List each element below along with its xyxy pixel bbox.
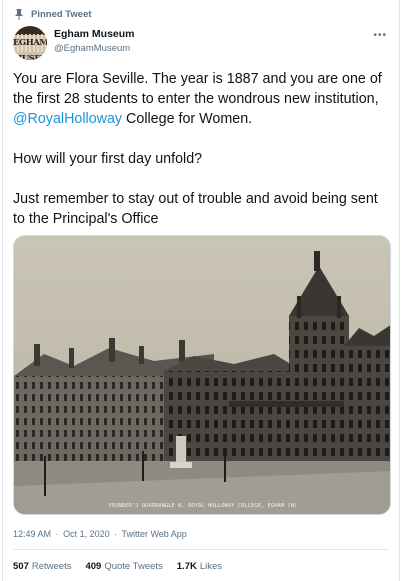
tweet-time[interactable]: 12:49 AM bbox=[13, 529, 51, 539]
tweet-card: Pinned Tweet EGHAM MUSEUM Egham Museum @… bbox=[2, 0, 400, 581]
pinned-label: Pinned Tweet bbox=[31, 8, 92, 20]
tweet-photo[interactable]: FOUNDER'S QUADRANGLE N. ROYAL HOLLOWAY C… bbox=[13, 235, 391, 515]
tweet-client[interactable]: Twitter Web App bbox=[121, 529, 186, 539]
tweet-date[interactable]: Oct 1, 2020 bbox=[63, 529, 110, 539]
author-name[interactable]: Egham Museum bbox=[54, 28, 135, 40]
retweets-count: 507 bbox=[13, 561, 29, 572]
quotes-label: Quote Tweets bbox=[104, 561, 163, 572]
pinned-indicator: Pinned Tweet bbox=[13, 8, 92, 20]
quotes-count: 409 bbox=[85, 561, 102, 572]
tweet-paragraph-1: You are Flora Seville. The year is 1887 … bbox=[13, 69, 391, 129]
retweets-label: Retweets bbox=[31, 561, 72, 572]
more-options-icon[interactable]: ••• bbox=[373, 30, 387, 41]
tweet-paragraph-3: Just remember to stay out of trouble and… bbox=[13, 191, 378, 227]
meta-separator: · bbox=[114, 529, 118, 539]
likes-stat[interactable]: 1.7K Likes bbox=[177, 561, 222, 572]
tweet-text-part: You are Flora Seville. The year is 1887 … bbox=[13, 71, 382, 107]
tweet-meta: 12:49 AM · Oct 1, 2020 · Twitter Web App bbox=[13, 529, 189, 539]
divider bbox=[13, 549, 389, 550]
avatar[interactable]: EGHAM MUSEUM bbox=[13, 26, 47, 60]
author-handle[interactable]: @EghamMuseum bbox=[54, 43, 130, 54]
pin-icon bbox=[13, 8, 25, 20]
likes-label: Likes bbox=[199, 561, 223, 572]
retweets-stat[interactable]: 507 Retweets bbox=[13, 561, 71, 572]
tweet-text: You are Flora Seville. The year is 1887 … bbox=[13, 69, 391, 229]
avatar-logo: EGHAM MUSEUM bbox=[13, 35, 47, 60]
meta-separator: · bbox=[55, 529, 59, 539]
likes-count: 1.7K bbox=[176, 561, 197, 572]
quote-tweets-stat[interactable]: 409 Quote Tweets bbox=[85, 561, 162, 572]
tweet-text-part: College for Women. bbox=[122, 111, 253, 127]
tweet-paragraph-2: How will your first day unfold? bbox=[13, 151, 203, 167]
mention-link[interactable]: @RoyalHolloway bbox=[13, 111, 122, 127]
tweet-stats: 507 Retweets 409 Quote Tweets 1.7K Likes bbox=[13, 561, 236, 572]
photo-caption: FOUNDER'S QUADRANGLE N. ROYAL HOLLOWAY C… bbox=[109, 503, 298, 509]
